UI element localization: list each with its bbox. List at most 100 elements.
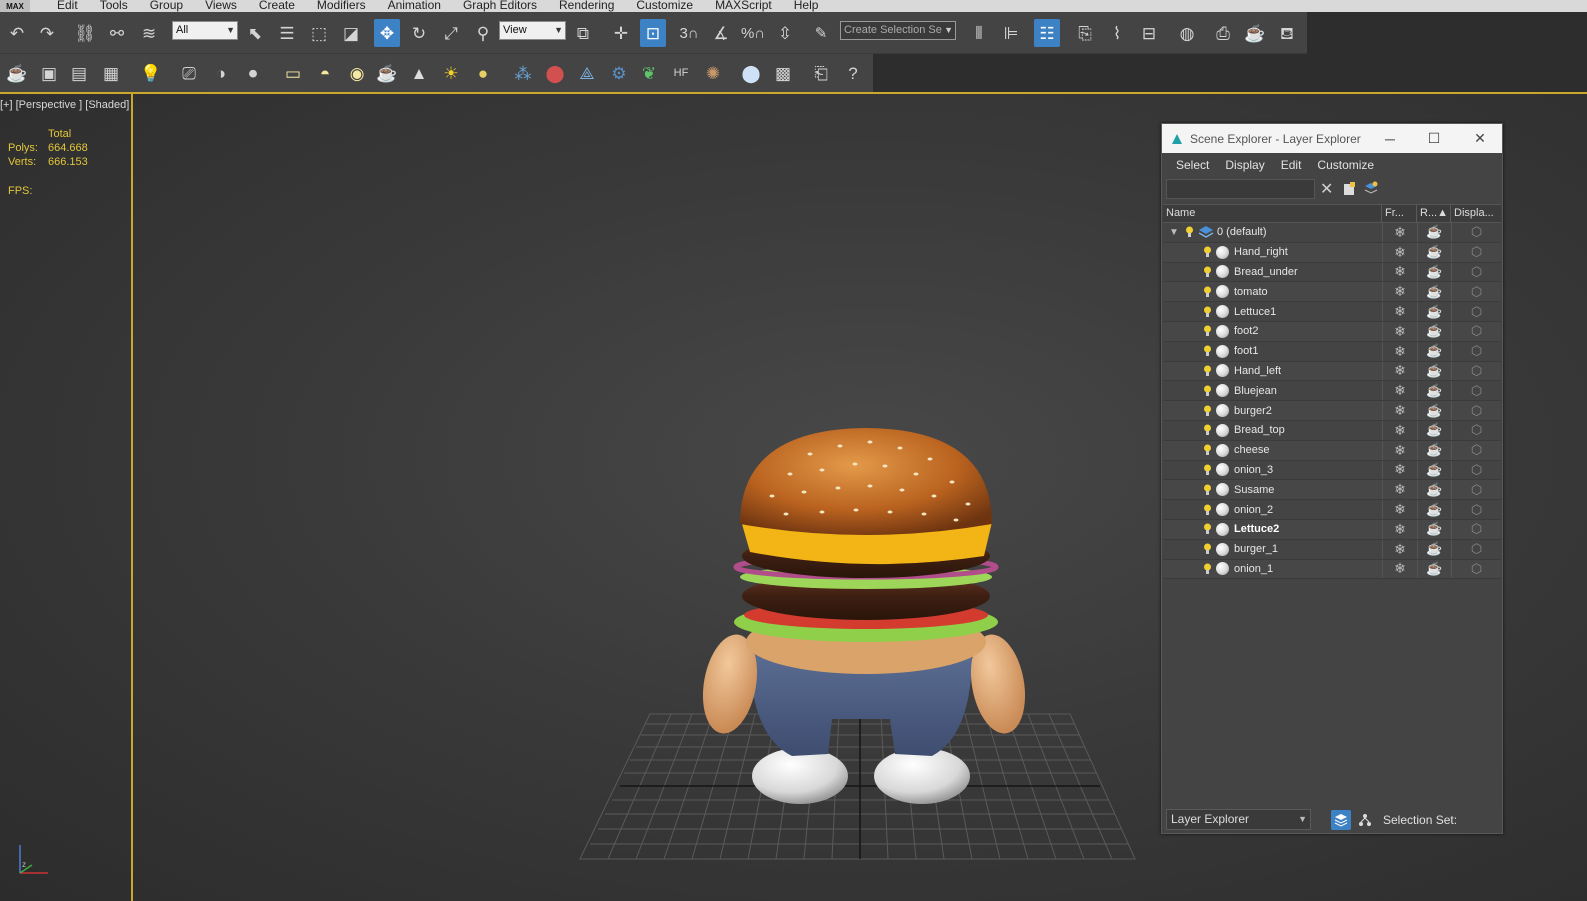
particle-system-icon[interactable]: ⁂ [510,59,536,87]
maximize-icon[interactable]: ☐ [1412,124,1456,153]
freeze-toggle[interactable]: ❄ [1382,302,1417,321]
toggle-scene-explorer-icon[interactable]: ☷ [1034,19,1060,47]
lightbulb-icon[interactable] [1203,385,1212,397]
select-by-name-icon[interactable]: ☰ [274,19,300,47]
render-toggle[interactable]: ☕ [1417,341,1451,361]
select-and-link-icon[interactable]: ⛓ [72,19,98,47]
sphere-icon[interactable]: ◉ [344,59,370,87]
render-toggle[interactable]: ☕ [1417,381,1451,401]
explorer-titlebar[interactable]: Scene Explorer - Layer Explorer ─ ☐ ✕ [1162,124,1502,153]
material-editor-icon[interactable]: ◍ [1174,19,1200,47]
menu-tools[interactable]: Tools [89,0,139,11]
select-and-scale-icon[interactable]: ⤢ [438,19,464,47]
layer-row-default[interactable]: ▼ 0 (default) ❄ ☕ ⬡ [1163,223,1501,243]
window-crossing-icon[interactable]: ◪ [338,19,364,47]
select-manipulate-icon[interactable]: ✛ [608,19,634,47]
display-toggle[interactable]: ⬡ [1451,539,1501,559]
cloth-icon[interactable]: ✺ [700,59,726,87]
render-toggle[interactable]: ☕ [1417,223,1451,242]
object-row[interactable]: Lettuce2 ❄ ☕ ⬡ [1163,519,1501,540]
close-icon[interactable]: ✕ [1458,124,1502,153]
menu-modifiers[interactable]: Modifiers [306,0,377,11]
bind-to-space-warp-icon[interactable]: ≋ [136,19,162,47]
display-toggle[interactable]: ⬡ [1451,519,1501,539]
menu-rendering[interactable]: Rendering [548,0,625,11]
freeze-toggle[interactable]: ❄ [1382,282,1417,302]
freeze-toggle[interactable]: ❄ [1382,341,1417,361]
gear-icon[interactable]: ⚙ [606,59,632,87]
explorer-menu-select[interactable]: Select [1168,158,1217,172]
align-icon[interactable]: ⊫ [998,19,1024,47]
column-display[interactable]: Displa... [1451,205,1501,222]
lightbulb-icon[interactable] [1203,286,1212,298]
lightbulb-icon[interactable] [1203,424,1212,436]
display-toggle[interactable]: ⬡ [1451,480,1501,500]
rectangular-selection-icon[interactable]: ⬚ [306,19,332,47]
freeze-toggle[interactable]: ❄ [1382,361,1417,381]
column-frozen[interactable]: Fr... [1382,205,1417,222]
freeze-toggle[interactable]: ❄ [1382,460,1417,480]
freeze-toggle[interactable]: ❄ [1382,480,1417,500]
render-toggle[interactable]: ☕ [1417,282,1451,302]
help-icon[interactable]: ? [840,59,866,87]
object-row[interactable]: foot1 ❄ ☕ ⬡ [1163,341,1501,362]
freeze-toggle[interactable]: ❄ [1382,539,1417,559]
teapot-icon[interactable]: ☕ [4,59,30,87]
unlink-icon[interactable]: ⚯ [104,19,130,47]
hemisphere-icon[interactable]: ◓ [312,59,338,87]
menu-group[interactable]: Group [139,0,194,11]
redo-icon[interactable]: ↷ [34,19,60,47]
display-toggle[interactable]: ⬡ [1451,401,1501,420]
add-to-layer-icon[interactable] [1363,181,1379,197]
display-toggle[interactable]: ⬡ [1451,262,1501,282]
object-row[interactable]: burger_1 ❄ ☕ ⬡ [1163,539,1501,560]
column-renderable[interactable]: R...▲ [1417,205,1451,222]
explorer-mode-dropdown[interactable]: Layer Explorer ▼ [1166,809,1311,830]
table-icon[interactable]: ▦ [98,59,124,87]
render-toggle[interactable]: ☕ [1417,480,1451,500]
render-production-icon[interactable]: ⛾ [1274,19,1300,47]
render-toggle[interactable]: ☕ [1417,460,1451,480]
spinner-snap-icon[interactable]: ⇳ [772,19,798,47]
checker-map-icon[interactable]: ▩ [770,59,796,87]
cone-icon[interactable]: ▲ [406,59,432,87]
explorer-menu-edit[interactable]: Edit [1273,158,1310,172]
freeze-toggle[interactable]: ❄ [1382,500,1417,519]
object-row[interactable]: Bread_under ❄ ☕ ⬡ [1163,262,1501,283]
explorer-menu-display[interactable]: Display [1217,158,1272,172]
display-toggle[interactable]: ⬡ [1451,420,1501,440]
plane-icon[interactable]: ▭ [280,59,306,87]
render-toggle[interactable]: ☕ [1417,321,1451,341]
viewport-label[interactable]: [+] [Perspective ] [Shaded] [0,99,129,111]
menu-create[interactable]: Create [248,0,306,11]
display-toggle[interactable]: ⬡ [1451,341,1501,361]
layer-list-icon[interactable]: ▤ [66,59,92,87]
freeze-toggle[interactable]: ❄ [1382,519,1417,539]
display-toggle[interactable]: ⬡ [1451,242,1501,262]
schematic-view-icon[interactable]: ⊟ [1136,19,1162,47]
select-and-place-icon[interactable]: ⚲ [470,19,496,47]
object-row[interactable]: cheese ❄ ☕ ⬡ [1163,440,1501,461]
sun-icon[interactable]: ☀ [438,59,464,87]
render-setup-icon[interactable]: ⎙ [1210,19,1236,47]
render-toggle[interactable]: ☕ [1417,262,1451,282]
minimize-icon[interactable]: ─ [1368,124,1412,153]
display-toggle[interactable]: ⬡ [1451,559,1501,579]
object-row[interactable]: burger2 ❄ ☕ ⬡ [1163,401,1501,421]
foliage-icon[interactable]: ❦ [636,59,662,87]
object-row[interactable]: Lettuce1 ❄ ☕ ⬡ [1163,302,1501,322]
scene-explorer-window[interactable]: Scene Explorer - Layer Explorer ─ ☐ ✕ Se… [1161,123,1503,834]
freeze-toggle[interactable]: ❄ [1382,559,1417,579]
render-toggle[interactable]: ☕ [1417,500,1451,519]
keyboard-shortcut-override-icon[interactable]: ⊡ [640,19,666,47]
freeze-toggle[interactable]: ❄ [1382,242,1417,262]
menu-views[interactable]: Views [194,0,248,11]
select-and-move-icon[interactable]: ✥ [374,19,400,47]
curve-editor-icon[interactable]: ⌇ [1104,19,1130,47]
render-toggle[interactable]: ☕ [1417,302,1451,321]
display-toggle[interactable]: ⬡ [1451,321,1501,341]
rendered-frame-window-icon[interactable]: ☕ [1242,19,1268,47]
render-toggle[interactable]: ☕ [1417,242,1451,262]
lightbulb-icon[interactable] [1203,246,1212,258]
lightbulb-icon[interactable] [1185,226,1194,238]
